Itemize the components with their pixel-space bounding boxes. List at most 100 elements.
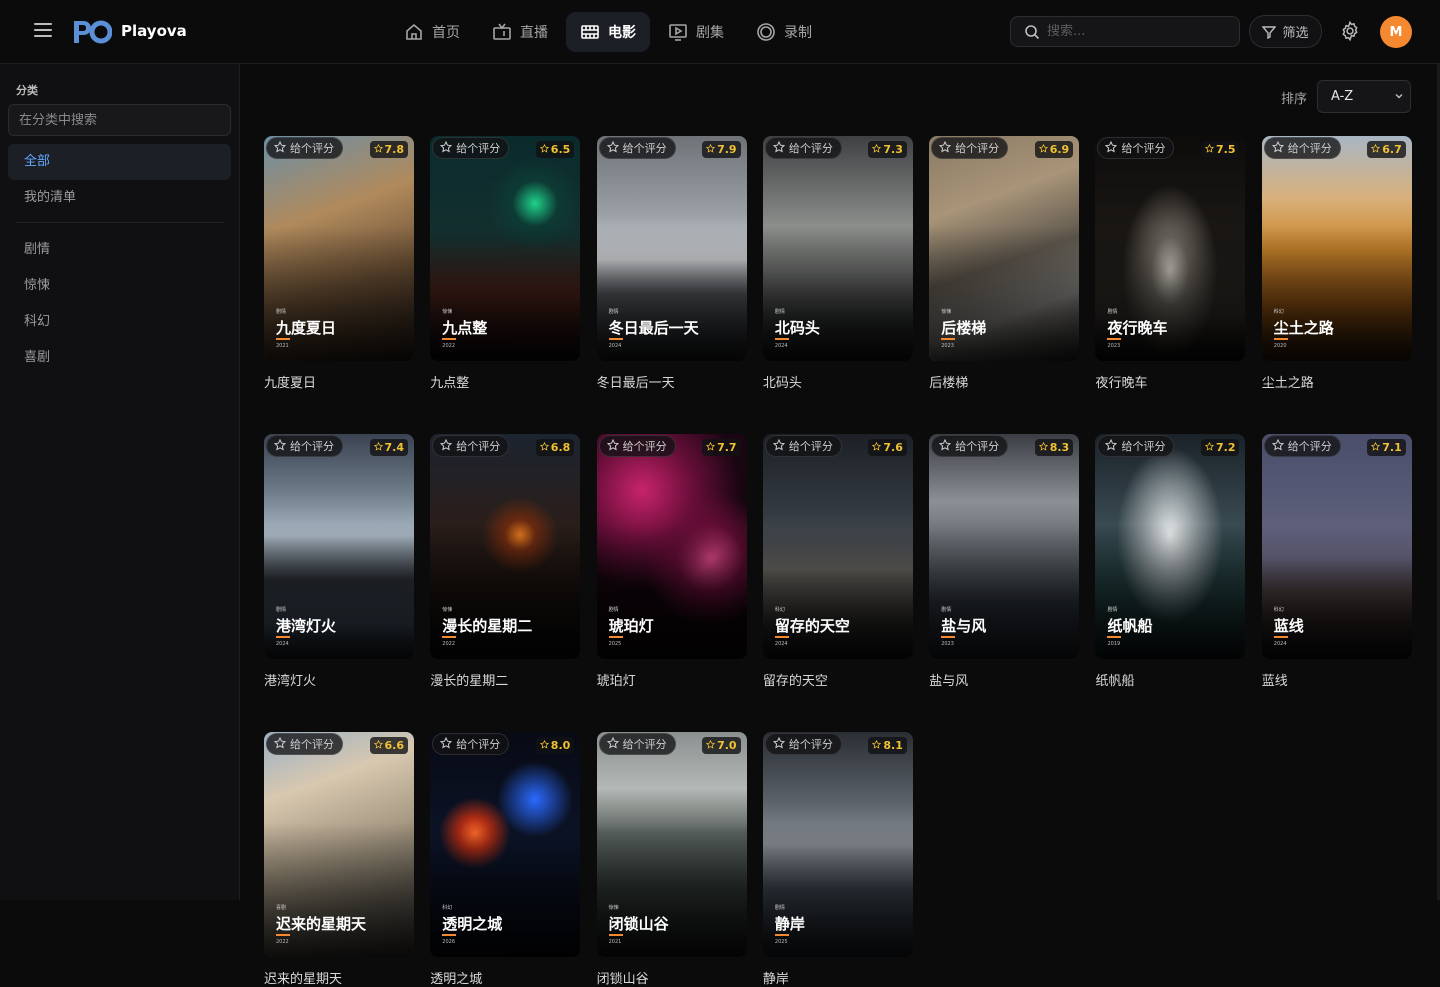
movie-poster[interactable]: 给个评分 7.4 剧情 港湾灯火 2024: [264, 434, 414, 659]
movie-poster[interactable]: 给个评分 7.2 剧情 纸帆船 2019: [1095, 434, 1246, 659]
sidebar-item-thriller[interactable]: 惊悚: [8, 268, 231, 304]
rate-button[interactable]: 给个评分: [266, 733, 343, 755]
rate-button[interactable]: 给个评分: [764, 137, 842, 159]
movie-card[interactable]: 给个评分 7.1 科幻 蓝线 2024 蓝线: [1261, 434, 1412, 689]
movie-card[interactable]: 给个评分 7.6 科幻 留存的天空 2024 留存的天空: [762, 434, 913, 689]
movie-poster[interactable]: 给个评分 7.9 剧情 冬日最后一天 2024: [596, 136, 747, 361]
poster-genre: 剧情: [941, 607, 952, 613]
movie-poster[interactable]: 给个评分 8.3 剧情 盐与风 2023: [929, 434, 1080, 659]
rate-button[interactable]: 给个评分: [598, 733, 676, 755]
movie-title[interactable]: 港湾灯火: [264, 670, 414, 689]
movie-title[interactable]: 纸帆船: [1095, 670, 1245, 689]
movie-title[interactable]: 后楼梯: [929, 372, 1079, 391]
poster-genre: 剧情: [1107, 607, 1118, 613]
menu-icon[interactable]: [34, 23, 52, 41]
rate-button[interactable]: 给个评分: [1097, 137, 1175, 159]
sidebar-item-scifi[interactable]: 科幻: [8, 304, 231, 340]
movie-poster[interactable]: 给个评分 7.3 剧情 北码头 2024: [762, 136, 913, 361]
rate-button[interactable]: 给个评分: [598, 435, 676, 457]
movie-title[interactable]: 冬日最后一天: [597, 372, 747, 391]
rate-label: 给个评分: [1287, 142, 1332, 155]
movie-card[interactable]: 给个评分 7.2 剧情 纸帆船 2019 纸帆船: [1095, 434, 1246, 689]
sidebar-item-drama[interactable]: 剧情: [8, 232, 231, 268]
poster-genre: 剧情: [774, 309, 785, 315]
rate-button[interactable]: 给个评分: [764, 435, 842, 457]
movie-poster[interactable]: 给个评分 8.0 科幻 透明之城 2026: [430, 732, 581, 957]
movie-card[interactable]: 给个评分 7.7 剧情 琥珀灯 2025 琥珀灯: [596, 434, 747, 689]
movie-title[interactable]: 九度夏日: [264, 372, 414, 391]
rate-button[interactable]: 给个评分: [598, 137, 676, 159]
nav-home[interactable]: 首页: [390, 12, 474, 52]
movie-title[interactable]: 琥珀灯: [597, 670, 747, 689]
movie-title[interactable]: 夜行晚车: [1095, 372, 1245, 391]
movie-card[interactable]: 给个评分 6.5 惊悚 九点整 2022 九点整: [430, 136, 581, 391]
movie-poster[interactable]: 给个评分 7.5 剧情 夜行晚车 2023: [1095, 136, 1246, 361]
gear-icon[interactable]: [1339, 20, 1361, 42]
movie-card[interactable]: 给个评分 6.8 惊悚 漫长的星期二 2022 漫长的星期二: [430, 434, 581, 689]
sidebar-item-all[interactable]: 全部: [8, 144, 231, 180]
movie-title[interactable]: 闭锁山谷: [597, 968, 747, 987]
movie-title[interactable]: 透明之城: [430, 968, 580, 987]
rate-button[interactable]: 给个评分: [1263, 435, 1341, 457]
poster-title: 留存的天空: [774, 617, 850, 635]
movie-card[interactable]: 给个评分 7.5 剧情 夜行晚车 2023 夜行晚车: [1095, 136, 1246, 391]
rate-button[interactable]: 给个评分: [432, 137, 510, 159]
movie-poster[interactable]: 给个评分 6.7 科幻 尘土之路 2020: [1261, 136, 1412, 361]
movie-poster[interactable]: 给个评分 7.1 科幻 蓝线 2024: [1261, 434, 1412, 659]
nav-record[interactable]: 录制: [742, 12, 826, 52]
rate-button[interactable]: 给个评分: [931, 137, 1009, 159]
movie-card[interactable]: 给个评分 7.4 剧情 港湾灯火 2024 港湾灯火: [264, 434, 414, 689]
movie-card[interactable]: 给个评分 8.0 科幻 透明之城 2026 透明之城: [430, 732, 581, 987]
movie-title[interactable]: 九点整: [430, 372, 580, 391]
movie-poster[interactable]: 给个评分 7.7 剧情 琥珀灯 2025: [596, 434, 747, 659]
movie-poster[interactable]: 给个评分 7.0 惊悚 闭锁山谷 2021: [596, 732, 747, 957]
poster-title: 九点整: [442, 319, 488, 337]
movie-title[interactable]: 蓝线: [1262, 670, 1412, 689]
movie-title[interactable]: 迟来的星期天: [264, 968, 414, 987]
nav-series[interactable]: 剧集: [654, 12, 738, 52]
movie-card[interactable]: 给个评分 7.0 惊悚 闭锁山谷 2021 闭锁山谷: [596, 732, 747, 987]
sidebar-item-comedy[interactable]: 喜剧: [8, 340, 231, 376]
rate-button[interactable]: 给个评分: [432, 733, 510, 755]
rate-button[interactable]: 给个评分: [1263, 137, 1341, 159]
sidebar-item-my-list[interactable]: 我的清单: [8, 180, 231, 216]
movie-poster[interactable]: 给个评分 7.6 科幻 留存的天空 2024: [762, 434, 913, 659]
movie-poster[interactable]: 给个评分 6.6 喜剧 迟来的星期天 2022: [264, 732, 414, 957]
nav-live[interactable]: 直播: [478, 12, 562, 52]
rate-button[interactable]: 给个评分: [764, 733, 842, 755]
rate-button[interactable]: 给个评分: [266, 435, 343, 457]
movie-card[interactable]: 给个评分 7.3 剧情 北码头 2024 北码头: [762, 136, 913, 391]
poster-accent-line: [276, 934, 290, 936]
movie-card[interactable]: 给个评分 8.1 剧情 静岸 2025 静岸: [762, 732, 913, 987]
movie-poster[interactable]: 给个评分 7.8 剧情 九度夏日 2021: [264, 136, 414, 361]
rate-button[interactable]: 给个评分: [931, 435, 1009, 457]
movie-card[interactable]: 给个评分 6.9 惊悚 后楼梯 2023 后楼梯: [929, 136, 1080, 391]
score-badge: 6.8: [535, 439, 575, 456]
rate-button[interactable]: 给个评分: [432, 435, 510, 457]
sort-select[interactable]: A-Z: [1317, 80, 1411, 113]
movie-title[interactable]: 静岸: [763, 968, 913, 987]
category-search-input[interactable]: [9, 105, 230, 135]
search-input[interactable]: [1047, 17, 1232, 46]
movie-title[interactable]: 尘土之路: [1262, 372, 1412, 391]
movie-poster[interactable]: 给个评分 6.8 惊悚 漫长的星期二 2022: [430, 434, 581, 659]
rate-button[interactable]: 给个评分: [1097, 435, 1175, 457]
movie-poster[interactable]: 给个评分 6.5 惊悚 九点整 2022: [430, 136, 581, 361]
movie-card[interactable]: 给个评分 7.9 剧情 冬日最后一天 2024 冬日最后一天: [596, 136, 747, 391]
movie-poster[interactable]: 给个评分 6.9 惊悚 后楼梯 2023: [929, 136, 1080, 361]
nav-movies[interactable]: 电影: [566, 12, 650, 52]
movie-title[interactable]: 留存的天空: [763, 670, 913, 689]
movie-card[interactable]: 给个评分 6.6 喜剧 迟来的星期天 2022 迟来的星期天: [264, 732, 414, 987]
filter-button[interactable]: 筛选: [1249, 15, 1322, 48]
movie-title[interactable]: 漫长的星期二: [430, 670, 580, 689]
movie-title[interactable]: 盐与风: [929, 670, 1079, 689]
movie-card[interactable]: 给个评分 7.8 剧情 九度夏日 2021 九度夏日: [264, 136, 414, 391]
movie-poster[interactable]: 给个评分 8.1 剧情 静岸 2025: [762, 732, 913, 957]
rate-button[interactable]: 给个评分: [266, 137, 343, 159]
movie-card[interactable]: 给个评分 6.7 科幻 尘土之路 2020 尘土之路: [1261, 136, 1412, 391]
star-icon: [373, 739, 383, 752]
movie-card[interactable]: 给个评分 8.3 剧情 盐与风 2023 盐与风: [929, 434, 1080, 689]
movie-title[interactable]: 北码头: [763, 372, 913, 391]
star-icon: [705, 143, 716, 156]
avatar[interactable]: M: [1380, 16, 1412, 48]
